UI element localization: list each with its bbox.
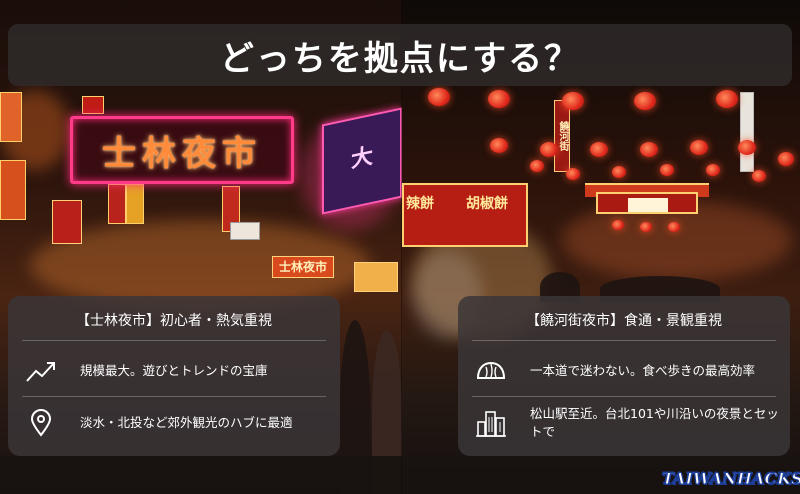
red-lantern [490,138,508,153]
city-buildings-icon [474,408,508,438]
red-lantern [590,142,608,157]
pepper-bun-shop-sign: 辣餅 胡椒餅 [402,183,528,247]
red-lantern [634,92,656,110]
vertical-shop-sign [82,96,104,114]
vertical-shop-sign [0,92,22,142]
shop-sign-text: 胡椒餅 [466,196,508,212]
white-vertical-sign [740,92,754,172]
raohe-info-card: 【饒河街夜市】食通・景観重視 一本道で迷わない。食べ歩きの最高効率 松山駅至近。… [458,296,790,456]
red-lantern [612,220,624,230]
taiwanhacks-logo: TAIWANHACKS [662,466,800,490]
red-lantern [640,142,658,157]
raohe-card-heading: 【饒河街夜市】食通・景観重視 [526,313,722,329]
red-lantern [488,90,510,108]
red-lantern [660,164,674,176]
bun-icon [474,356,508,386]
shilin-info-card: 【士林夜市】初心者・熱気重視 規模最大。遊びとトレンドの宝庫 淡水・北投など郊外… [8,296,340,456]
red-lantern [690,140,708,155]
raohe-feature-row: 一本道で迷わない。食べ歩きの最高効率 [458,346,790,396]
map-pin-icon [24,408,58,438]
purple-neon-sign: 大 [322,107,402,215]
red-lantern [706,164,720,176]
red-lantern [612,166,626,178]
card-divider [22,396,326,397]
red-lantern [738,140,756,155]
red-lantern [428,88,450,106]
crowd-silhouette [0,456,402,494]
red-lantern [778,152,794,166]
temple-gate-plaque [628,198,668,212]
small-shilin-sign-text: 士林夜市 [278,260,327,274]
raohe-feature-text: 松山駅至近。台北101や川沿いの夜景とセットで [530,406,779,439]
title-banner: どっちを拠点にする？ [8,24,792,86]
vertical-shop-sign [126,184,144,224]
red-lantern [752,170,766,182]
red-lantern [716,90,738,108]
raohe-street-sign-text: 饒河街 [557,121,568,151]
red-lantern [530,160,544,172]
purple-sign-text: 大 [350,143,373,174]
small-shilin-sign: 士林夜市 [272,256,334,278]
card-divider [22,340,326,341]
card-divider [472,396,776,397]
shilin-feature-row: 規模最大。遊びとトレンドの宝庫 [8,346,340,396]
shilin-neon-sign-text: 士林夜市 [102,133,262,174]
shilin-card-heading: 【士林夜市】初心者・熱気重視 [76,313,272,329]
red-lantern [566,168,580,180]
shilin-neon-sign: 士林夜市 [70,116,294,184]
card-divider [472,340,776,341]
trending-up-icon [24,356,58,386]
red-lantern [640,222,652,232]
red-lantern [562,92,584,110]
shop-sign [52,200,82,244]
shilin-feature-text: 規模最大。遊びとトレンドの宝庫 [80,363,268,378]
shop-sign [354,262,398,292]
vertical-shop-sign [0,160,26,220]
red-lantern [540,142,558,157]
raohe-feature-row: 松山駅至近。台北101や川沿いの夜景とセットで [458,398,790,448]
raohe-street-sign: 饒河街 [554,100,570,172]
infographic: 士林夜市 大 士林夜市 辣餅 胡椒餅 饒河街 どっちを拠点にする？ 【士林夜市】… [0,0,800,494]
page-title: どっちを拠点にする？ [219,38,581,79]
raohe-feature-text: 一本道で迷わない。食べ歩きの最高効率 [530,363,756,378]
red-lantern [668,222,680,232]
taiwanhacks-logo-text: TAIWANHACKS [662,468,800,488]
shilin-feature-row: 淡水・北投など郊外観光のハブに最適 [8,398,340,448]
shop-sign-text: 辣餅 [406,196,434,212]
shop-sign [230,222,260,240]
vertical-shop-sign [108,184,126,224]
shilin-feature-text: 淡水・北投など郊外観光のハブに最適 [80,415,293,430]
